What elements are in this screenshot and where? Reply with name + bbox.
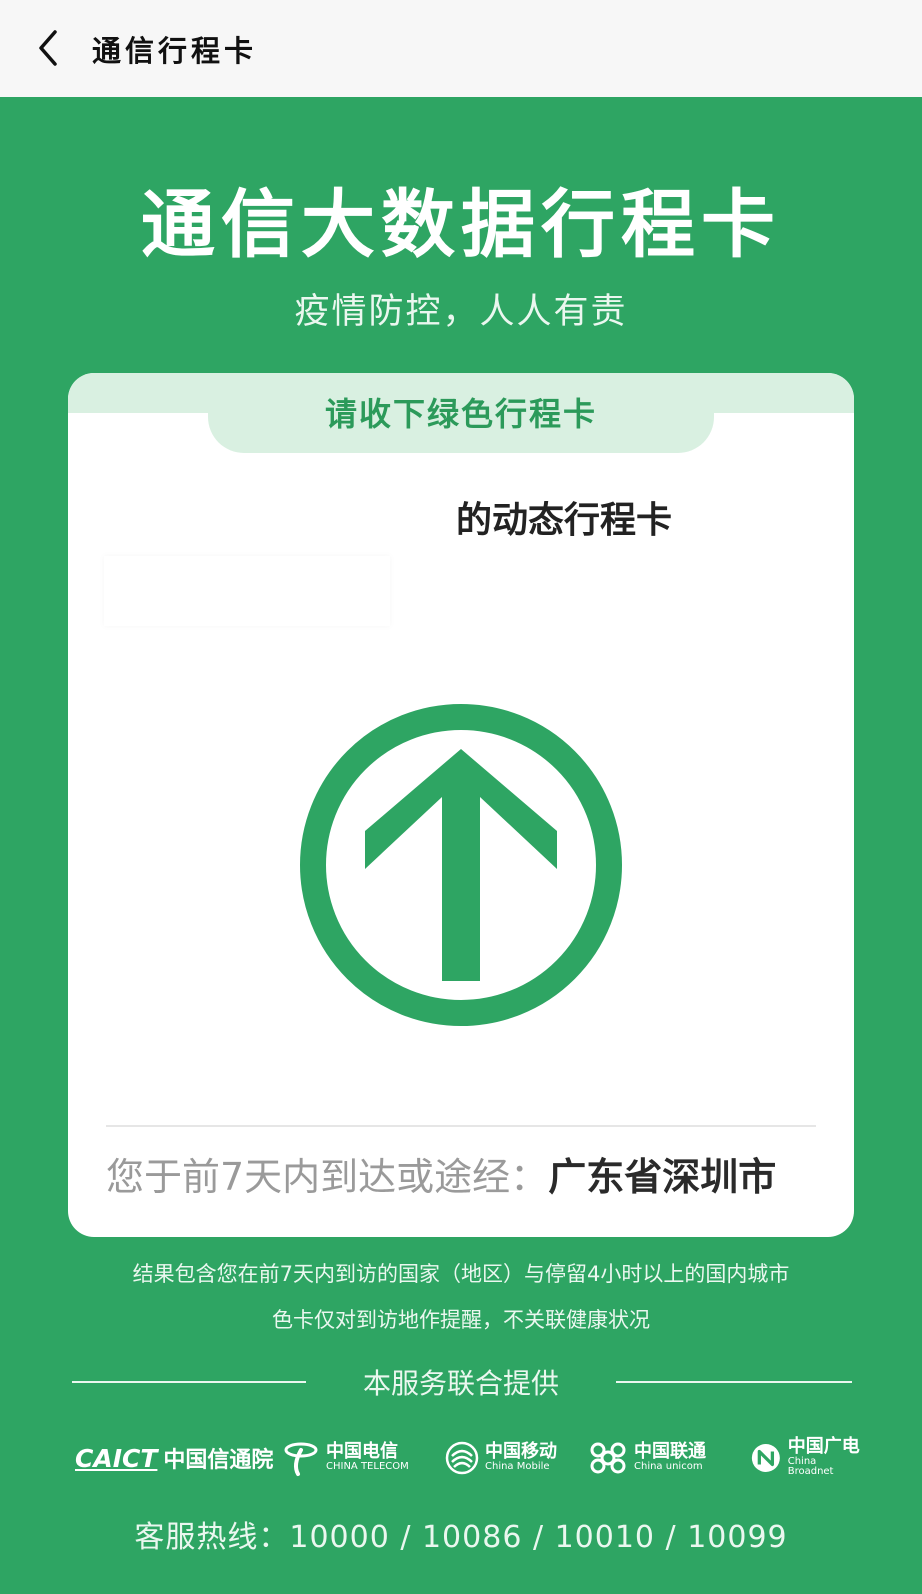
provider-divider-right	[616, 1381, 852, 1383]
china-unicom-logo: 中国联通 China unicom	[588, 1428, 706, 1488]
visited-prefix: 您于前7天内到达或途经：	[106, 1155, 549, 1199]
china-mobile-logo: 中国移动 China Mobile	[445, 1428, 557, 1488]
chevron-left-icon	[39, 30, 57, 66]
result-note: 结果包含您在前7天内到访的国家（地区）与停留4小时以上的国内城市	[132, 1262, 790, 1286]
banner-title: 通信大数据行程卡	[141, 182, 781, 268]
china-broadnet-logo: 中国广电 China Broadnet	[750, 1428, 860, 1488]
color-card-note: 色卡仅对到访地作提醒，不关联健康状况	[272, 1308, 650, 1332]
itinerary-card: 请收下绿色行程卡 的动态行程卡 您于前7天内到达或途经：广东省深圳市	[68, 373, 854, 1237]
china-mobile-icon	[445, 1441, 479, 1475]
dynamic-card-label: 的动态行程卡	[456, 500, 673, 541]
china-telecom-icon	[284, 1442, 318, 1476]
banner-subtitle: 疫情防控，人人有责	[294, 292, 628, 332]
provider-logos: CAICT 中国信通院 中国电信 CHINA TELECOM 中国移动 Chin…	[70, 1428, 860, 1488]
masked-phone-area	[104, 556, 390, 626]
china-broadnet-icon	[751, 1444, 780, 1472]
visited-cities: 您于前7天内到达或途经：广东省深圳市	[106, 1146, 846, 1201]
visited-city: 广东省深圳市	[548, 1155, 777, 1199]
back-button[interactable]	[28, 26, 68, 70]
caict-logo: CAICT 中国信通院	[75, 1443, 274, 1474]
green-arrow-up-icon	[295, 699, 627, 1031]
page-title: 通信行程卡	[92, 34, 258, 68]
china-unicom-icon	[590, 1442, 626, 1474]
card-tab-label: 请收下绿色行程卡	[324, 395, 597, 433]
top-navigation-bar: 通信行程卡	[0, 0, 922, 97]
card-divider	[106, 1125, 816, 1127]
customer-service-hotline: 客服热线：10000 / 10086 / 10010 / 10099	[134, 1520, 788, 1555]
china-telecom-logo: 中国电信 CHINA TELECOM	[282, 1428, 409, 1488]
